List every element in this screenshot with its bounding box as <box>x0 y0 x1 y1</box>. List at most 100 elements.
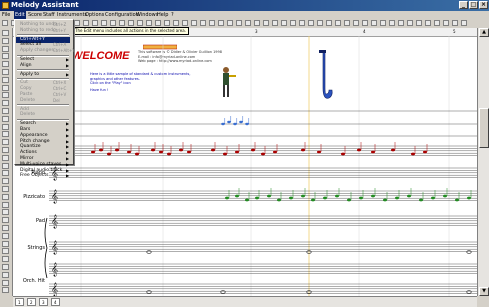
tool-button[interactable] <box>2 170 9 177</box>
toolbar-button[interactable] <box>335 20 341 26</box>
tool-button[interactable] <box>2 209 9 216</box>
score-staves[interactable]: 𝄞𝄞𝄞𝄞𝄞𝄞𝄞 <box>13 28 477 296</box>
toolbar-button[interactable] <box>173 20 179 26</box>
tool-button[interactable] <box>2 45 9 52</box>
toolbar-button[interactable] <box>254 20 260 26</box>
toolbar-button[interactable] <box>398 20 404 26</box>
toolbar-button[interactable] <box>200 20 206 26</box>
tool-button[interactable] <box>2 61 9 68</box>
page-tab[interactable]: 3 <box>39 298 48 306</box>
tool-button[interactable] <box>2 123 9 130</box>
toolbar-button[interactable] <box>425 20 431 26</box>
tool-button[interactable] <box>2 256 9 263</box>
page-tab[interactable]: 1 <box>15 298 24 306</box>
tool-button[interactable] <box>2 53 9 60</box>
toolbar-button[interactable] <box>146 20 152 26</box>
menu-windows[interactable]: Windows <box>136 11 158 19</box>
score-area[interactable]: 1 2 3 4 5 WELCOME This software is © Did… <box>13 28 477 296</box>
tool-button[interactable] <box>2 37 9 44</box>
toolbar-button[interactable] <box>236 20 242 26</box>
toolbar-button[interactable] <box>281 20 287 26</box>
toolbar-button[interactable] <box>272 20 278 26</box>
edit-menu-item[interactable]: Align <box>20 63 32 69</box>
tool-button[interactable] <box>2 271 9 278</box>
toolbar-button[interactable] <box>137 20 143 26</box>
horizontal-scrollbar[interactable]: 1 2 3 4 <box>13 296 477 307</box>
tool-button[interactable] <box>2 69 9 75</box>
tool-button[interactable] <box>2 76 9 83</box>
toolbar-button[interactable] <box>443 20 449 26</box>
tool-button[interactable] <box>2 264 9 270</box>
toolbar-button[interactable] <box>2 20 8 26</box>
toolbar-button[interactable] <box>299 20 305 26</box>
edit-menu-item[interactable]: Delete <box>20 112 35 118</box>
page-tab[interactable]: 2 <box>27 298 36 306</box>
menu-options[interactable]: Options <box>85 11 104 19</box>
tool-button[interactable] <box>2 193 9 200</box>
tool-button[interactable] <box>2 240 9 247</box>
toolbar-button[interactable] <box>380 20 386 26</box>
menu-staff[interactable]: Staff <box>43 11 55 19</box>
toolbar-button[interactable] <box>308 20 314 26</box>
close-button[interactable]: × <box>479 1 488 9</box>
toolbar-button[interactable] <box>290 20 296 26</box>
toolbar-button[interactable] <box>182 20 188 26</box>
tool-button[interactable] <box>2 232 9 239</box>
tool-button[interactable] <box>2 100 9 107</box>
vertical-scrollbar[interactable]: ▲ ▼ <box>477 28 489 296</box>
tool-button[interactable] <box>2 186 9 192</box>
tool-button[interactable] <box>2 139 9 146</box>
toolbar-button[interactable] <box>461 20 467 26</box>
tool-button[interactable] <box>2 131 9 138</box>
edit-menu-item[interactable]: Free Objects <box>20 173 49 179</box>
tool-button[interactable] <box>2 84 9 91</box>
tool-button[interactable] <box>2 154 9 161</box>
tool-button[interactable] <box>2 217 9 224</box>
toolbar-button[interactable] <box>227 20 233 26</box>
toolbar-button[interactable] <box>344 20 350 26</box>
toolbar-button[interactable] <box>191 20 197 26</box>
tool-button[interactable] <box>2 92 9 99</box>
toolbar-button[interactable] <box>101 20 107 26</box>
toolbar-button[interactable] <box>92 20 98 26</box>
scroll-up-arrow-icon[interactable]: ▲ <box>479 28 489 37</box>
edit-menu-item[interactable]: Delete <box>20 98 35 104</box>
tool-button[interactable] <box>2 178 9 185</box>
menu-file[interactable]: File <box>2 11 10 19</box>
toolbar-button[interactable] <box>263 20 269 26</box>
toolbar-button[interactable] <box>209 20 215 26</box>
toolbar-button[interactable] <box>434 20 440 26</box>
tool-button[interactable] <box>2 279 9 286</box>
toolbar-button[interactable] <box>83 20 89 26</box>
tool-button[interactable] <box>2 162 9 169</box>
toolbar-button[interactable] <box>362 20 368 26</box>
scroll-thumb[interactable] <box>479 108 489 148</box>
maximize-button[interactable]: □ <box>469 1 478 9</box>
toolbar-button[interactable] <box>353 20 359 26</box>
toolbar-button[interactable] <box>164 20 170 26</box>
toolbar-button[interactable] <box>416 20 422 26</box>
toolbar-button[interactable] <box>371 20 377 26</box>
edit-menu-item[interactable]: Apply to <box>20 72 39 78</box>
minimize-button[interactable]: _ <box>459 1 468 9</box>
toolbar-button[interactable] <box>155 20 161 26</box>
toolbar-button[interactable] <box>128 20 134 26</box>
tool-button[interactable] <box>2 115 9 122</box>
toolbar-button[interactable] <box>110 20 116 26</box>
tool-button[interactable] <box>2 108 9 114</box>
scroll-down-arrow-icon[interactable]: ▼ <box>479 287 489 296</box>
toolbar-button[interactable] <box>218 20 224 26</box>
edit-menu-item[interactable]: Nothing to redo <box>20 28 56 34</box>
toolbar-button[interactable] <box>74 20 80 26</box>
menu-question[interactable]: ? <box>171 11 174 19</box>
page-tab[interactable]: 4 <box>51 298 60 306</box>
toolbar-button[interactable] <box>407 20 413 26</box>
tool-button[interactable] <box>2 147 9 153</box>
toolbar-button[interactable] <box>119 20 125 26</box>
toolbar-button[interactable] <box>389 20 395 26</box>
tool-button[interactable] <box>2 287 9 294</box>
menu-edit[interactable]: Edit <box>14 11 26 19</box>
toolbar-button[interactable] <box>326 20 332 26</box>
menu-instruments[interactable]: Instruments <box>57 11 87 19</box>
tool-button[interactable] <box>2 201 9 208</box>
